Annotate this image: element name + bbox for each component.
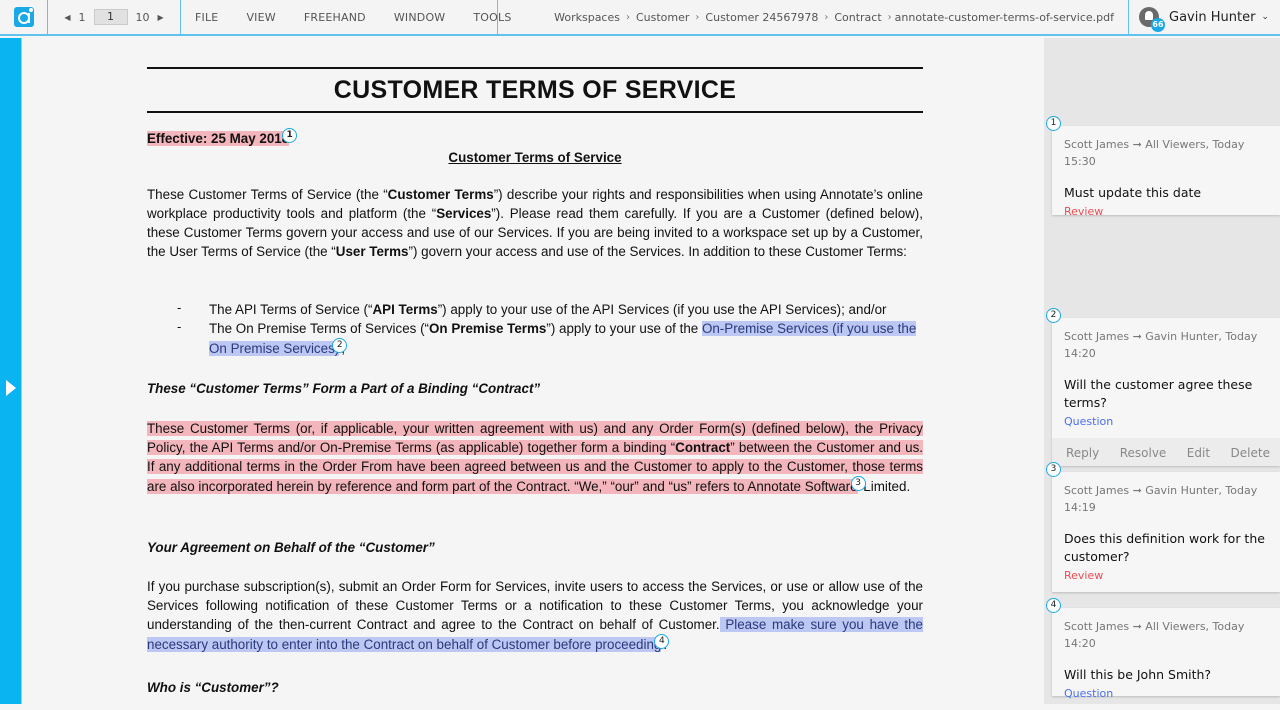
comment-number-badge: 3 <box>1046 462 1061 477</box>
bullet-dash: - <box>177 300 182 315</box>
menu-freehand[interactable]: FREEHAND <box>304 11 366 24</box>
menu-window[interactable]: WINDOW <box>394 11 446 24</box>
annotate-logo-icon[interactable] <box>13 7 34 27</box>
left-sidebar-collapsed <box>0 38 22 704</box>
breadcrumb-workspaces[interactable]: Workspaces <box>554 11 620 24</box>
total-pages-label: 10 <box>135 10 150 24</box>
breadcrumb-customer-id[interactable]: Customer 24567978 <box>705 11 818 24</box>
expand-sidebar-icon[interactable] <box>6 380 16 396</box>
breadcrumb-separator-icon: › <box>625 11 630 23</box>
comment-meta: Scott James ➞ Gavin Hunter, Today 14:20 <box>1064 330 1258 360</box>
contract-paragraph: These Customer Terms (or, if applicable,… <box>147 421 923 494</box>
comment-meta: Scott James ➞ All Viewers, Today 15:30 <box>1064 138 1245 168</box>
effective-date-highlight[interactable]: Effective: 25 May 2018 <box>147 131 290 146</box>
edit-button[interactable]: Edit <box>1187 446 1210 460</box>
comment-body: Will this be John Smith? <box>1064 667 1212 682</box>
menu-file[interactable]: FILE <box>195 11 218 24</box>
notification-bell-icon[interactable]: 66 <box>1139 7 1165 32</box>
comment-number-badge: 1 <box>1046 116 1061 131</box>
menu-view[interactable]: VIEW <box>246 11 275 24</box>
agreement-paragraph: If you purchase subscription(s), submit … <box>147 579 923 652</box>
bullet-on-premise-terms: The On Premise Terms of Services (“On Pr… <box>209 321 917 356</box>
comment-card-3[interactable]: 3 Scott James ➞ Gavin Hunter, Today 14:1… <box>1046 462 1280 592</box>
comment-meta: Scott James ➞ All Viewers, Today 14:20 <box>1064 620 1245 650</box>
top-bar: ◀ 1 1 10 ▶ FILE VIEW FREEHAND WINDOW TOO… <box>0 0 1280 36</box>
contract-highlight[interactable]: These Customer Terms (or, if applicable,… <box>147 421 923 494</box>
heading-binding-contract: These “Customer Terms” Form a Part of a … <box>147 381 541 396</box>
prev-page-icon[interactable]: ◀ <box>64 13 70 22</box>
breadcrumb-file: annotate-customer-terms-of-service.pdf <box>894 10 1114 24</box>
page-navigator: ◀ 1 1 10 ▶ <box>48 0 181 34</box>
resolve-button[interactable]: Resolve <box>1120 446 1167 460</box>
comment-card-4[interactable]: 4 Scott James ➞ All Viewers, Today 14:20… <box>1046 598 1280 700</box>
breadcrumb-separator-icon: › <box>887 11 892 23</box>
annotation-marker-4[interactable]: 4 <box>654 634 670 649</box>
bullet-dash: - <box>177 319 182 334</box>
breadcrumb-contract[interactable]: Contract <box>834 11 881 24</box>
title-bottom-rule <box>147 111 923 113</box>
heading-who-is-customer: Who is “Customer”? <box>147 680 279 695</box>
comment-tag[interactable]: Review <box>1052 202 1280 228</box>
comment-tag[interactable]: Question <box>1052 684 1280 710</box>
breadcrumb-separator-icon: › <box>824 11 829 23</box>
comment-card-1[interactable]: 1 Scott James ➞ All Viewers, Today 15:30… <box>1046 116 1280 218</box>
breadcrumb-separator-icon: › <box>695 11 700 23</box>
comment-body: Will the customer agree these terms? <box>1064 377 1253 410</box>
breadcrumb: Workspaces › Customer › Customer 2456797… <box>498 0 1128 34</box>
title-top-rule <box>147 67 923 69</box>
document-subtitle: Customer Terms of Service <box>448 150 622 165</box>
comment-tag[interactable]: Question <box>1052 412 1280 438</box>
annotation-marker-2[interactable]: 2 <box>332 338 348 353</box>
comment-body: Does this definition work for the custom… <box>1064 531 1265 564</box>
current-page-label: 1 <box>78 10 86 24</box>
notification-count-badge: 66 <box>1151 18 1165 32</box>
chevron-down-icon[interactable]: ⌄ <box>1261 12 1269 22</box>
annotation-marker-1[interactable]: 1 <box>282 128 298 143</box>
comment-body: Must update this date <box>1064 185 1202 200</box>
document-viewer[interactable]: CUSTOMER TERMS OF SERVICE Effective: 25 … <box>23 38 1044 704</box>
effective-date-line: Effective: 25 May 20181 <box>147 128 923 148</box>
bullet-api-terms: The API Terms of Service (“API Terms”) a… <box>209 302 887 317</box>
next-page-icon[interactable]: ▶ <box>158 13 164 22</box>
breadcrumb-customer[interactable]: Customer <box>636 11 689 24</box>
comment-actions: Reply Resolve Edit Delete <box>1052 438 1280 466</box>
document-title: CUSTOMER TERMS OF SERVICE <box>333 76 737 104</box>
comments-panel: 1 Scott James ➞ All Viewers, Today 15:30… <box>1044 38 1280 704</box>
main-menu: FILE VIEW FREEHAND WINDOW TOOLS <box>181 0 511 34</box>
comment-number-badge: 2 <box>1046 308 1061 323</box>
delete-button[interactable]: Delete <box>1231 446 1270 460</box>
annotation-marker-3[interactable]: 3 <box>850 476 866 491</box>
page-number-input[interactable]: 1 <box>93 9 128 25</box>
reply-button[interactable]: Reply <box>1066 446 1099 460</box>
heading-agreement: Your Agreement on Behalf of the “Custome… <box>147 540 435 555</box>
comment-meta: Scott James ➞ Gavin Hunter, Today 14:19 <box>1064 484 1258 514</box>
logo-cell <box>0 0 48 34</box>
comment-number-badge: 4 <box>1046 598 1061 613</box>
user-name[interactable]: Gavin Hunter <box>1169 10 1255 25</box>
comment-tag[interactable]: Review <box>1052 566 1280 592</box>
user-menu[interactable]: 66 Gavin Hunter ⌄ <box>1128 0 1280 34</box>
comment-card-2[interactable]: 2 Scott James ➞ Gavin Hunter, Today 14:2… <box>1046 308 1280 466</box>
intro-paragraph: These Customer Terms of Service (the “Cu… <box>147 187 924 259</box>
